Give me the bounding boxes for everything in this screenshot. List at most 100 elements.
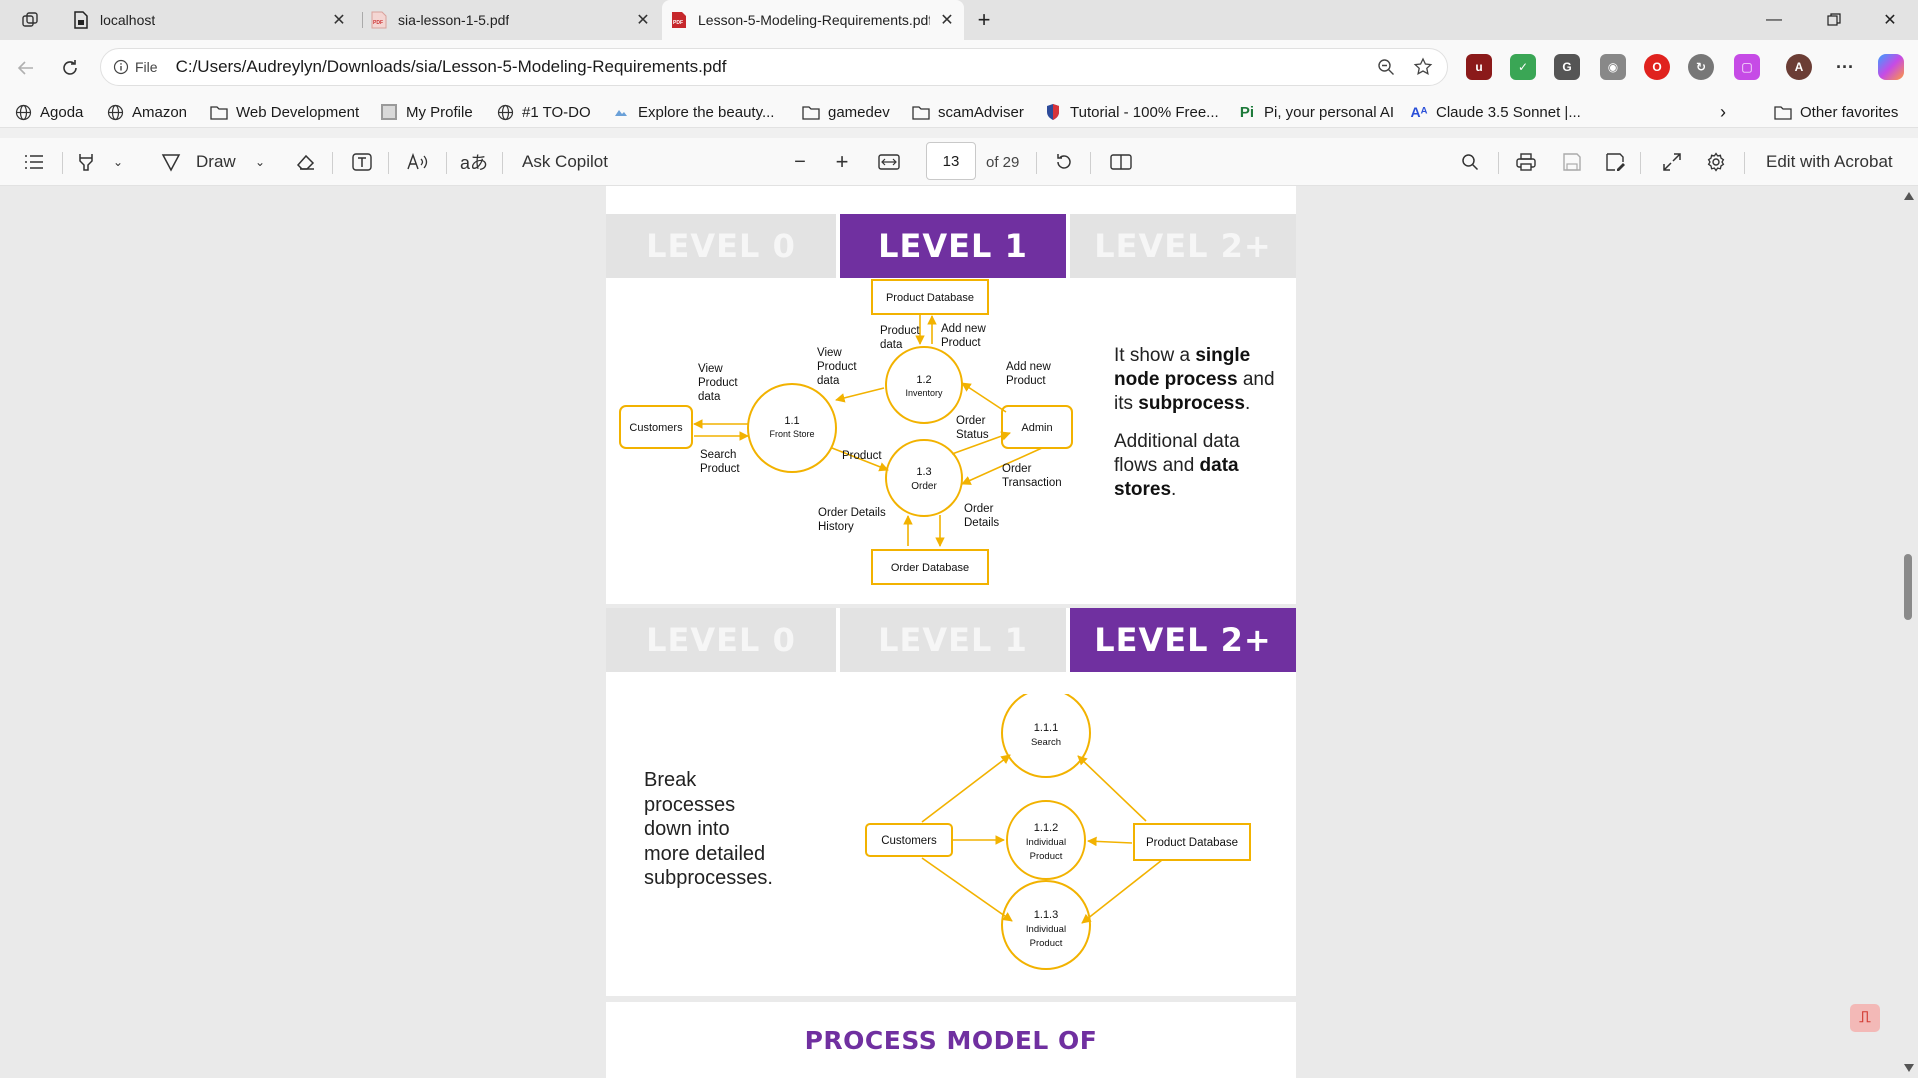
scroll-up-icon[interactable] [1904,192,1914,200]
desc-line: processes [644,793,736,816]
favorite-amazon[interactable]: Amazon [106,100,187,124]
flow-label: Product [700,463,740,475]
text-box-icon[interactable] [350,148,374,176]
rotate-icon[interactable] [1052,148,1076,176]
refresh-icon[interactable] [54,52,86,84]
extension-icon[interactable]: ▢ [1734,54,1760,80]
profile-icon [380,103,398,121]
level-2-dfd-diagram: Customers Product Database 1.1.1 Search … [865,694,1251,970]
favorite-todo[interactable]: #1 TO-DO [496,100,591,124]
favorite-scamadviser[interactable]: scamAdviser [912,100,1024,124]
favorite-agoda[interactable]: Agoda [14,100,83,124]
level-tab-2: LEVEL 2+ [1070,608,1296,672]
read-aloud-icon[interactable] [404,148,432,176]
flow-label: View [817,347,842,359]
draw-icon[interactable] [158,148,184,176]
copilot-icon[interactable] [1878,54,1904,80]
desc-text: . [1171,479,1177,500]
flow-label: Product [842,450,882,462]
zoom-in-icon[interactable]: + [832,148,852,176]
scrollbar-thumb[interactable] [1904,554,1912,620]
chevron-down-icon[interactable]: ⌄ [110,148,126,176]
extension-icon[interactable]: G [1554,54,1580,80]
acrobat-icon[interactable]: ⎍ [1850,1004,1880,1032]
extension-icon[interactable]: ↻ [1688,54,1714,80]
workspaces-icon[interactable] [0,0,60,40]
ask-copilot-button[interactable]: Ask Copilot [522,148,608,176]
other-favorites[interactable]: Other favorites [1774,100,1898,124]
close-icon[interactable]: ✕ [330,11,348,29]
page-view-icon[interactable] [1108,148,1134,176]
globe-icon [496,103,514,121]
contents-icon[interactable] [20,148,48,176]
chevron-right-icon[interactable]: › [1720,100,1726,124]
shield-check-icon[interactable]: ✓ [1510,54,1536,80]
new-tab-button[interactable]: + [964,0,1004,40]
desc-line: more detailed [644,842,766,865]
flow-label: Order [1002,463,1032,475]
translate-icon[interactable]: aあ [460,148,488,176]
draw-label[interactable]: Draw [196,148,236,176]
favorite-gamedev[interactable]: gamedev [802,100,890,124]
back-icon[interactable] [10,52,42,84]
favorite-claude[interactable]: Aᴬ Claude 3.5 Sonnet |... [1410,100,1581,124]
desc-text: It show a [1114,345,1196,366]
globe-icon [106,103,124,121]
process-name: Order [911,481,937,492]
tab-localhost[interactable]: localhost ✕ [66,0,356,40]
extension-icon[interactable]: ◉ [1600,54,1626,80]
fit-page-icon[interactable] [876,148,902,176]
scroll-down-icon[interactable] [1904,1064,1914,1072]
favorite-tutorial[interactable]: Tutorial - 100% Free... [1044,100,1219,124]
settings-gear-icon[interactable] [1704,148,1728,176]
pdf-toolbar: ⌄ Draw ⌄ aあ Ask Copilot − + 13 of 29 Edi… [0,138,1918,186]
document-lock-icon [72,11,90,29]
print-icon[interactable] [1514,148,1538,176]
favorite-my-profile[interactable]: My Profile [380,100,473,124]
highlight-icon[interactable] [74,148,98,176]
ublock-icon[interactable]: u [1466,54,1492,80]
chevron-down-icon[interactable]: ⌄ [252,148,268,176]
level-1-dfd-diagram: Product Database Order Database Customer… [619,279,1073,585]
favorite-label: Explore the beauty... [638,103,775,121]
scrollbar[interactable] [1900,186,1918,1078]
favorite-explore[interactable]: Explore the beauty... [612,100,774,124]
tab-lesson-5[interactable]: PDF Lesson-5-Modeling-Requirements.pdf ✕ [662,0,964,40]
process-name: Inventory [905,388,943,398]
close-icon[interactable]: ✕ [634,11,652,29]
restore-button[interactable] [1806,0,1862,40]
address-bar: File C:/Users/Audreylyn/Downloads/sia/Le… [0,40,1918,96]
url-bar[interactable]: File C:/Users/Audreylyn/Downloads/sia/Le… [100,48,1448,86]
close-window-button[interactable]: ✕ [1862,0,1918,40]
avatar[interactable]: A [1786,54,1812,80]
process-1-1-1 [1001,694,1091,778]
url-text: C:/Users/Audreylyn/Downloads/sia/Lesson-… [175,57,727,76]
pdf-page-level-2: LEVEL 0 LEVEL 1 LEVEL 2+ Break processes… [606,608,1296,996]
edit-with-acrobat-button[interactable]: Edit with Acrobat [1766,148,1893,176]
flow-label: Order Details [818,507,886,519]
process-1-1 [747,383,837,473]
info-icon [113,59,129,75]
favorite-web-development[interactable]: Web Development [210,100,359,124]
minimize-button[interactable]: — [1746,0,1802,40]
folder-icon [1774,103,1792,121]
more-options-icon[interactable]: ··· [1832,54,1858,80]
eraser-icon[interactable] [294,148,318,176]
search-icon[interactable] [1458,148,1482,176]
save-icon[interactable] [1560,148,1584,176]
zoom-icon[interactable] [1377,58,1395,81]
zoom-out-icon[interactable]: − [790,148,810,176]
fullscreen-icon[interactable] [1660,148,1684,176]
pdf-icon: PDF [370,11,388,29]
save-as-icon[interactable] [1604,148,1628,176]
favorite-pi[interactable]: Pi Pi, your personal AI [1238,100,1394,124]
opera-icon[interactable]: O [1644,54,1670,80]
site-info[interactable]: File [113,59,158,75]
page-number-input[interactable]: 13 [926,142,976,180]
close-icon[interactable]: ✕ [938,11,956,29]
favorite-star-icon[interactable] [1413,57,1433,82]
process-number: 1.3 [916,466,931,478]
svg-text:PDF: PDF [373,20,383,26]
tab-sia-lesson[interactable]: PDF sia-lesson-1-5.pdf ✕ [370,0,660,40]
pdf-viewer[interactable]: LEVEL 0 LEVEL 1 LEVEL 2+ Product Databas… [0,186,1918,1078]
